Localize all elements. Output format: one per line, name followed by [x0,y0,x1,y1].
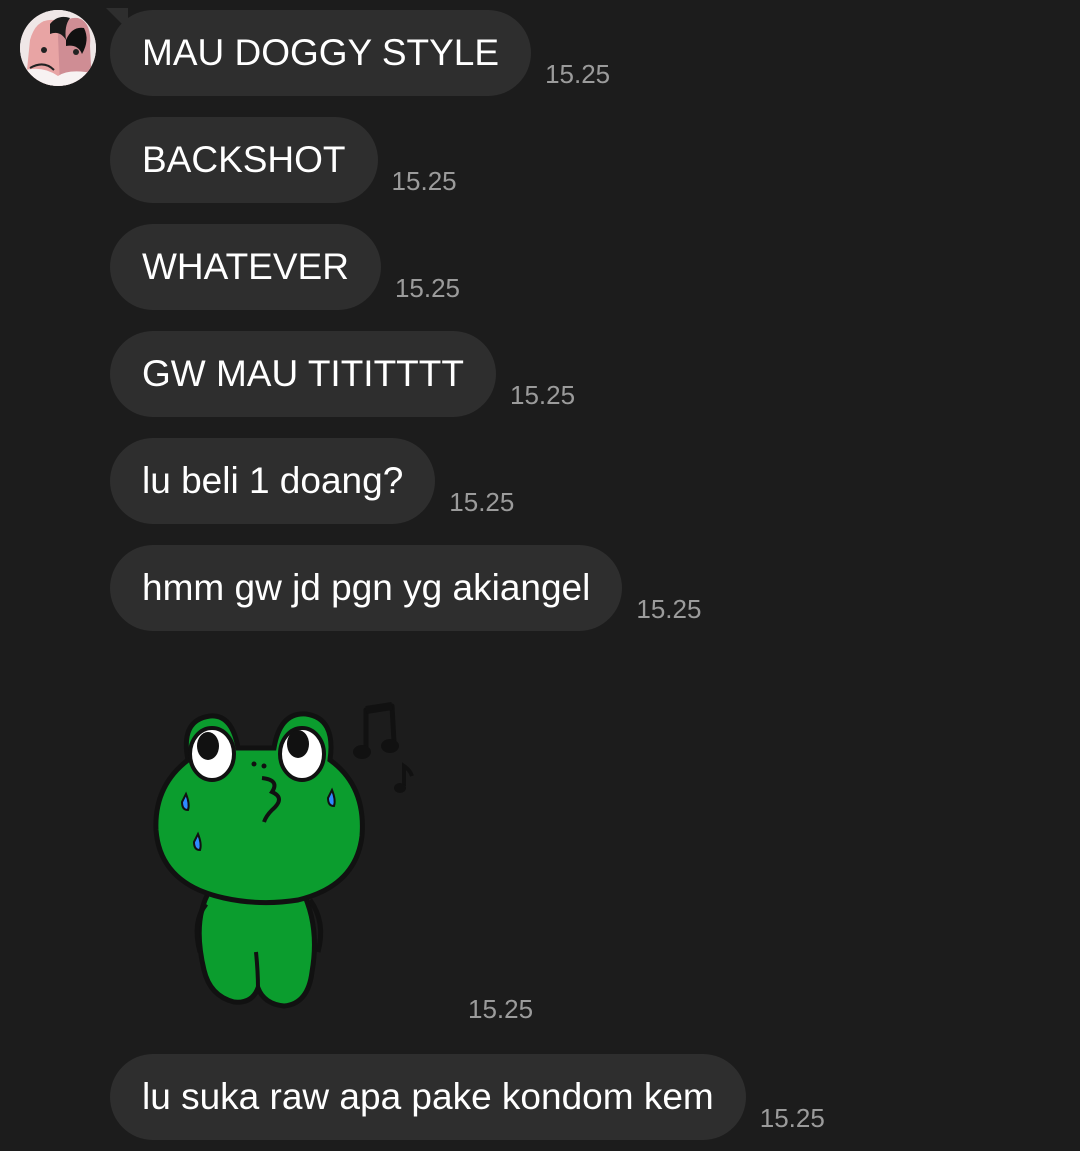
message-text: hmm gw jd pgn yg akiangel [142,567,591,608]
message-text: lu beli 1 doang? [142,460,404,501]
message-text: GW MAU TITITTTT [142,353,464,394]
message-text: BACKSHOT [142,139,346,180]
music-note-icon [353,702,414,793]
chat-thread: MAU DOGGY STYLE 15.25 BACKSHOT 15.25 WHA… [0,0,1080,1151]
message-bubble[interactable]: MAU DOGGY STYLE [110,10,532,96]
message-text: MAU DOGGY STYLE [142,32,500,73]
message-bubble[interactable]: GW MAU TITITTTT [110,331,496,417]
avatar-image-icon [20,10,96,86]
message-row: lu beli 1 doang? 15.25 [110,438,514,524]
message-time: 15.25 [509,380,576,410]
message-time: 15.25 [449,487,515,517]
message-bubble[interactable]: WHATEVER [110,224,381,310]
message-time: 15.25 [468,994,534,1024]
green-frog-whistling-sticker-icon [153,702,414,1009]
message-bubble[interactable]: lu beli 1 doang? [110,438,436,524]
message-row: lu suka raw apa pake kondom kem 15.25 [110,1054,825,1140]
message-time: 15.25 [391,166,457,196]
message-text: lu suka raw apa pake kondom kem [142,1076,714,1117]
message-bubble[interactable]: BACKSHOT [110,117,378,203]
message-row: WHATEVER 15.25 [110,224,460,310]
frog-sticker[interactable] [140,690,430,1020]
message-time: 15.25 [759,1103,825,1133]
message-row: MAU DOGGY STYLE 15.25 [106,8,611,96]
message-row: GW MAU TITITTTT 15.25 [110,331,575,417]
message-row: BACKSHOT 15.25 [110,117,457,203]
message-time: 15.25 [545,59,611,89]
message-text: WHATEVER [142,246,349,287]
sender-avatar[interactable] [20,10,96,86]
message-time: 15.25 [394,273,461,303]
message-row: hmm gw jd pgn yg akiangel 15.25 [110,545,701,631]
message-time: 15.25 [636,594,702,624]
message-bubble[interactable]: hmm gw jd pgn yg akiangel [110,545,623,631]
message-bubble[interactable]: lu suka raw apa pake kondom kem [110,1054,746,1140]
